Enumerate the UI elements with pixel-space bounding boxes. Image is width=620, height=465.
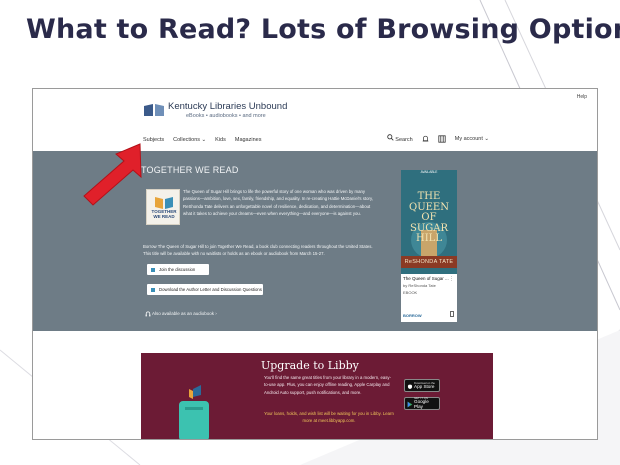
book-title[interactable]: The Queen of Sugar ... <box>403 276 449 281</box>
search-icon <box>387 134 394 141</box>
cover-author: ReSHONDA TATE <box>401 256 457 268</box>
google-play-button[interactable]: GET IT ON Google Play <box>404 397 440 410</box>
promo-title: Upgrade to Libby <box>261 359 359 372</box>
nav-kids[interactable]: Kids <box>215 137 226 143</box>
google-play-icon <box>407 401 413 408</box>
app-store-label: App Store <box>414 383 435 389</box>
nav-magazines[interactable]: Magazines <box>235 137 262 143</box>
book-logo-icon <box>144 104 164 116</box>
search-button[interactable]: Search <box>387 134 413 143</box>
utility-nav: Search My account ⌄ <box>387 134 489 143</box>
banner-description: The Queen of Sugar Hill brings to life t… <box>183 189 373 216</box>
download-letter-button[interactable]: Download the Author Letter and Discussio… <box>147 284 263 295</box>
bookmark-icon[interactable] <box>450 311 454 317</box>
availability-badge: AVAILABLE <box>401 170 457 175</box>
promo-footer[interactable]: Your loans, holds, and wish list will be… <box>264 411 394 425</box>
more-options-icon[interactable]: ⋮ <box>449 276 454 282</box>
libby-promo-illustration <box>179 385 209 439</box>
download-letter-label: Download the Author Letter and Discussio… <box>159 287 262 292</box>
download-icon <box>151 287 155 292</box>
google-play-label: Google Play <box>414 399 429 409</box>
my-account-menu[interactable]: My account ⌄ <box>455 136 489 142</box>
search-label: Search <box>395 137 413 143</box>
main-nav: Subjects Collections ⌄ Kids Magazines <box>143 137 261 143</box>
slide-title: What to Read? Lots of Browsing Options <box>26 14 620 45</box>
site-logo[interactable]: Kentucky Libraries Unbound eBooks • audi… <box>143 101 287 119</box>
banner-description-borrow: Borrow The Queen of Sugar Hill to join T… <box>143 244 373 257</box>
logo-name: Kentucky Libraries Unbound <box>168 101 288 112</box>
join-discussion-button[interactable]: Join the discussion <box>147 264 209 275</box>
help-link[interactable]: Help <box>577 94 587 100</box>
app-store-button[interactable]: Download on the App Store <box>404 379 440 392</box>
borrow-button[interactable]: BORROW <box>403 313 422 318</box>
book-card[interactable]: AVAILABLE THE QUEEN OF SUGAR HILL ReSHON… <box>401 170 457 322</box>
audiobook-link[interactable]: Also available as an audiobook › <box>145 311 217 317</box>
bell-icon[interactable] <box>422 135 429 143</box>
cover-title: THE QUEEN OF SUGAR HILL <box>409 191 449 244</box>
library-card-icon[interactable] <box>438 134 446 143</box>
book-author[interactable]: by ReShonda Tate <box>403 283 436 288</box>
libby-promo-banner: Upgrade to Libby You'll find the same gr… <box>141 353 493 439</box>
red-arrow-pointer <box>83 143 142 206</box>
presentation-slide: What to Read? Lots of Browsing Options H… <box>0 0 620 465</box>
join-discussion-label: Join the discussion <box>159 267 196 272</box>
badge-label: TOGETHER WE READ <box>151 209 177 219</box>
logo-tagline: eBooks • audiobooks • and more <box>186 113 266 119</box>
discussion-icon <box>151 267 155 272</box>
apple-icon <box>407 384 413 389</box>
promo-body: You'll find the same great titles from y… <box>264 375 391 395</box>
book-cover[interactable]: AVAILABLE THE QUEEN OF SUGAR HILL ReSHON… <box>401 170 457 274</box>
nav-collections[interactable]: Collections ⌄ <box>173 137 206 143</box>
book-format: EBOOK <box>403 290 418 295</box>
audiobook-label: Also available as an audiobook › <box>152 311 217 317</box>
headphones-icon <box>145 311 151 317</box>
